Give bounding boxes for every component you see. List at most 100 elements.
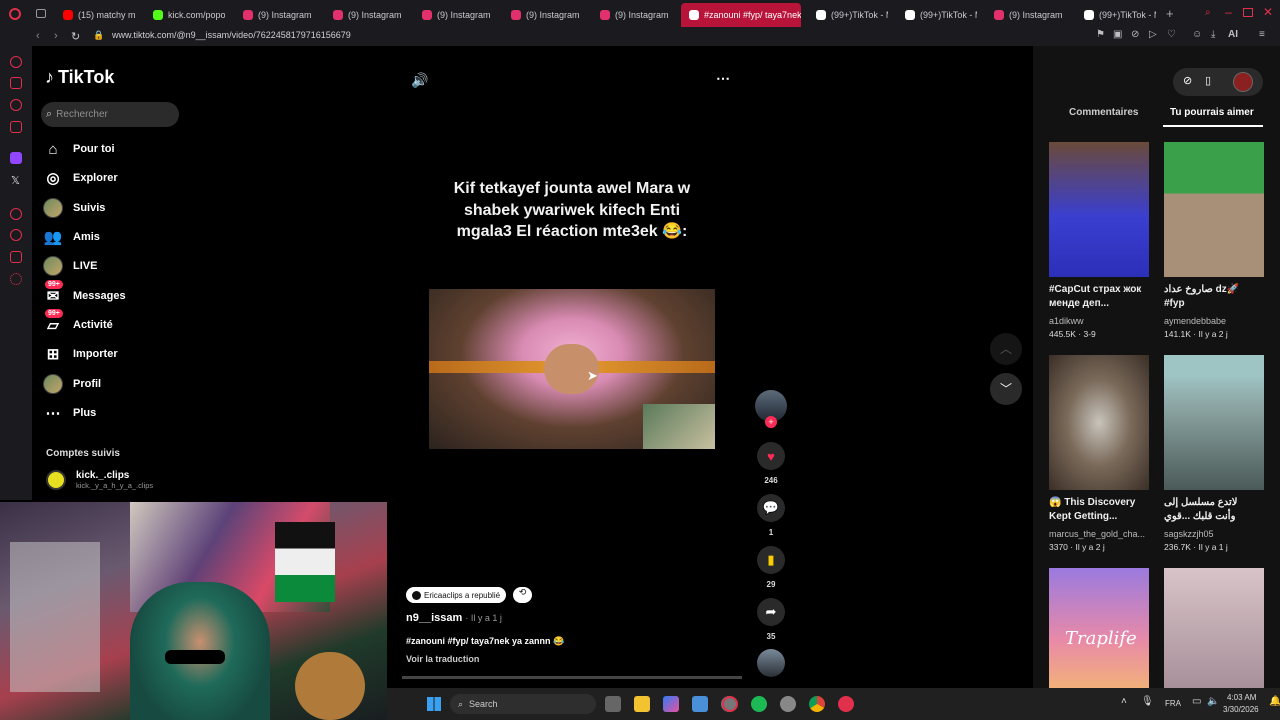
sidebar-item-amis[interactable]: 👥 Amis <box>43 225 100 249</box>
browser-tab[interactable]: (9) Instagram <box>414 3 494 27</box>
settings-icon[interactable] <box>10 273 22 285</box>
browser-tab[interactable]: (99+)TikTok - M <box>808 3 888 27</box>
video-clip[interactable] <box>429 289 715 449</box>
browser-tab[interactable]: (99+)TikTok - M <box>897 3 977 27</box>
twitch-icon[interactable] <box>10 152 22 164</box>
messenger-icon[interactable] <box>10 99 22 111</box>
x-icon[interactable]: 𝕏 <box>11 174 20 187</box>
close-window-button[interactable]: ✕ <box>1263 5 1273 19</box>
sidebar-item-plus[interactable]: ⋯ Plus <box>43 401 97 425</box>
mic-icon[interactable]: 🎙 <box>1141 696 1154 707</box>
browser-tab[interactable]: (9) Instagram <box>325 3 405 27</box>
tab-comments[interactable]: Commentaires <box>1069 107 1138 118</box>
tab-recommendations[interactable]: Tu pourrais aimer <box>1170 107 1254 118</box>
task-view-icon[interactable] <box>605 696 621 712</box>
sound-disc[interactable] <box>757 649 785 677</box>
following-account[interactable]: kick._.clips kick._y_a_h_y_a_.clips <box>46 470 153 490</box>
tabs-overview-icon[interactable] <box>36 9 46 18</box>
clock-date[interactable]: 3/30/2026 <box>1223 705 1259 714</box>
spotify-icon[interactable] <box>751 696 767 712</box>
sidebar-item-explorer[interactable]: ◎ Explorer <box>43 166 117 190</box>
repost-chip[interactable]: Ericaaclips a republié <box>406 587 507 603</box>
phone-icon[interactable]: ▯ <box>1205 74 1211 87</box>
taskbar-search[interactable]: ⌕ Search <box>450 694 596 714</box>
sidebar-item-pour-toi[interactable]: ⌂ Pour toi <box>43 137 114 161</box>
like-button[interactable]: ♥ <box>757 442 785 470</box>
minimize-button[interactable]: – <box>1225 5 1232 19</box>
compass-icon[interactable]: ⊘ <box>1183 74 1192 87</box>
video-thumb-3[interactable] <box>1049 355 1149 490</box>
notification-icon[interactable]: 🔔 <box>1269 696 1280 707</box>
app-icon[interactable] <box>838 696 854 712</box>
tray-chevron-icon[interactable]: ˄ <box>1121 696 1127 707</box>
wallet-icon[interactable] <box>10 77 22 89</box>
adblock-icon[interactable]: ⊘ <box>1131 29 1139 40</box>
follow-plus-icon[interactable]: + <box>765 416 777 428</box>
whatsapp-icon[interactable] <box>10 121 22 133</box>
volume-icon[interactable]: 🔊 <box>411 72 428 89</box>
account-icon[interactable]: ☺ <box>1192 29 1202 40</box>
browser-tab[interactable]: (9) Instagram <box>592 3 672 27</box>
ai-button[interactable]: AI <box>1228 29 1238 40</box>
tiktok-logo[interactable]: ♪ TikTok <box>45 67 114 88</box>
translate-link[interactable]: Voir la traduction <box>406 654 479 664</box>
sidebar-item-messages[interactable]: ✉ 99+ Messages <box>43 280 126 308</box>
card-title-1[interactable]: #CapCut страх жок менде деп... <box>1049 283 1145 311</box>
chrome-icon[interactable] <box>809 696 825 712</box>
menu-icon[interactable]: ≡ <box>1259 29 1265 40</box>
sidebar-item-suivis[interactable]: Suivis <box>43 196 105 220</box>
video-thumb-1[interactable] <box>1049 142 1149 277</box>
share-button[interactable]: ➦ <box>757 598 785 626</box>
bookmark-icon[interactable]: ⚑ <box>1096 29 1105 40</box>
card-user-1[interactable]: a1dikww <box>1049 316 1084 326</box>
search-input[interactable]: ⌕ Rechercher <box>41 102 179 127</box>
opera-taskbar-icon[interactable] <box>722 696 738 712</box>
maximize-button[interactable] <box>1243 8 1253 17</box>
store-icon[interactable] <box>692 696 708 712</box>
file-explorer-icon[interactable] <box>634 696 650 712</box>
player-icon[interactable]: ▷ <box>1149 29 1157 40</box>
more-options-icon[interactable]: ⋯ <box>716 70 730 87</box>
sidebar-item-live[interactable]: LIVE <box>43 254 97 278</box>
heart-icon[interactable]: ♡ <box>1167 29 1176 40</box>
sidebar-item-importer[interactable]: ⊞ Importer <box>43 342 118 366</box>
sidebar-item-activit-[interactable]: ▱ 99+ Activité <box>43 309 113 337</box>
clock-time[interactable]: 4:03 AM <box>1227 693 1256 702</box>
copilot-icon[interactable] <box>663 696 679 712</box>
new-tab-button[interactable]: + <box>1166 6 1174 21</box>
aria-icon[interactable] <box>10 56 22 68</box>
browser-tab[interactable]: (15) matchy mat <box>55 3 135 27</box>
volume-tray-icon[interactable]: 🔈 <box>1207 696 1219 707</box>
discord-icon[interactable] <box>780 696 796 712</box>
card-title-4[interactable]: لاتدع مسلسل إلى وأنت قلبك ...قوي <box>1164 496 1260 524</box>
language-indicator[interactable]: FRA <box>1165 699 1181 708</box>
player-sidebar-icon[interactable] <box>10 208 22 220</box>
history-icon[interactable] <box>10 229 22 241</box>
browser-tab[interactable]: #zanouni #fyp/ taya7nek <box>681 3 801 27</box>
comment-button[interactable]: 💬 <box>757 494 785 522</box>
network-icon[interactable]: ▭ <box>1192 696 1201 707</box>
url-field[interactable]: www.tiktok.com/@n9__issam/video/76224581… <box>112 30 351 40</box>
video-thumb-4[interactable] <box>1164 355 1264 490</box>
video-progress-bar[interactable] <box>402 676 742 679</box>
search-tabs-icon[interactable]: ⌕ <box>1205 7 1211 18</box>
windows-start-icon[interactable] <box>427 697 441 711</box>
card-user-2[interactable]: aymendebbabe <box>1164 316 1226 326</box>
browser-tab[interactable]: (9) Instagram <box>235 3 315 27</box>
video-thumb-5[interactable]: Traplife <box>1049 568 1149 688</box>
reload-icon[interactable]: ↻ <box>71 30 80 43</box>
download-icon[interactable]: ⤓ <box>1211 29 1215 40</box>
opera-logo-icon[interactable] <box>9 8 21 20</box>
back-icon[interactable]: ‹ <box>36 30 40 42</box>
browser-tab[interactable]: kick.com/popou <box>145 3 225 27</box>
snapshot-icon[interactable]: ▣ <box>1113 29 1122 40</box>
video-thumb-6[interactable] <box>1164 568 1264 688</box>
browser-tab[interactable]: (9) Instagram <box>503 3 583 27</box>
card-title-3[interactable]: 😱 This Discovery Kept Getting... <box>1049 496 1145 524</box>
card-user-4[interactable]: sagskzzjh05 <box>1164 529 1214 539</box>
browser-tab[interactable]: (9) Instagram <box>986 3 1066 27</box>
extensions-icon[interactable] <box>10 251 22 263</box>
card-title-2[interactable]: صاروخ عداد dz🚀 #fyp <box>1164 283 1260 311</box>
sidebar-item-profil[interactable]: Profil <box>43 372 101 396</box>
card-user-3[interactable]: marcus_the_gold_cha... <box>1049 529 1145 539</box>
